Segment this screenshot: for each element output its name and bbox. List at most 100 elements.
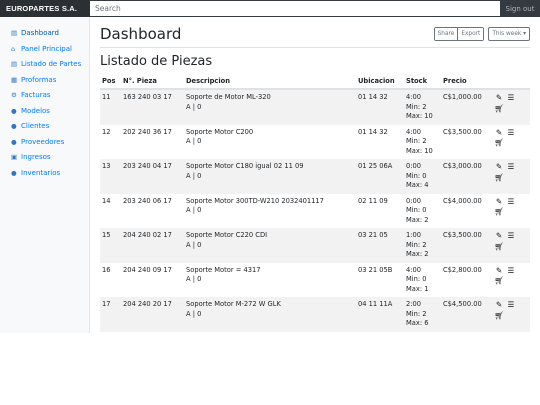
- location-value: 01 14 32: [358, 93, 388, 101]
- description-sub: A | 0: [186, 309, 202, 318]
- sidebar-item-clientes[interactable]: ● Clientes: [0, 119, 89, 135]
- cell-location: 01 14 32: [356, 89, 404, 125]
- stock-min: Min: 0: [406, 275, 427, 283]
- cart-icon[interactable]: 🛒︎: [493, 311, 505, 321]
- list-icon[interactable]: ☰: [505, 231, 517, 241]
- sidebar-item-ingresos[interactable]: ▣ Ingresos: [0, 150, 89, 166]
- cart-icon[interactable]: 🛒︎: [493, 173, 505, 183]
- home-icon: ⌂: [11, 44, 16, 53]
- pencil-icon[interactable]: ✎: [493, 231, 505, 241]
- cart-icon[interactable]: 🛒︎: [493, 207, 505, 217]
- cell-actions: ✎ ☰🛒︎: [491, 194, 530, 229]
- cell-price: C$4,500.00: [441, 297, 491, 332]
- cell-location: 04 11 11A: [356, 297, 404, 332]
- sidebar-item-inventarios[interactable]: ● Inventarios: [0, 166, 89, 182]
- stock-value: 0:00: [406, 162, 422, 170]
- sidebar-item-label: Ingresos: [21, 153, 51, 161]
- cell-description: Soporte Motor C200 A | 0: [184, 125, 356, 160]
- sidebar-item-label: Proformas: [21, 75, 57, 84]
- page-title: Dashboard: [100, 25, 182, 43]
- share-export-group: Share Export: [433, 27, 485, 41]
- stock-max: Max: 10: [406, 112, 433, 120]
- cell-part-number: 202 240 36 17: [121, 125, 184, 160]
- list-icon[interactable]: ☰: [505, 162, 517, 172]
- stock-min: Min: 2: [406, 309, 427, 318]
- stock-value: 4:00: [406, 93, 422, 101]
- sidebar-item-proformas[interactable]: ▦ Proformas: [0, 73, 89, 89]
- location-value: 01 25 06A: [358, 162, 393, 170]
- cart-icon[interactable]: 🛒︎: [493, 138, 505, 148]
- cell-location: 03 21 05: [356, 228, 404, 263]
- pencil-icon[interactable]: ✎: [493, 128, 505, 138]
- export-button[interactable]: Export: [457, 28, 484, 40]
- location-value: 03 21 05B: [358, 265, 393, 274]
- parts-table: Pos N°. Pieza Descripcion Ubicacion Stoc…: [100, 75, 530, 332]
- description-sub: A | 0: [186, 275, 202, 283]
- cart-icon[interactable]: 🛒︎: [493, 276, 505, 286]
- cart-icon[interactable]: 🛒︎: [493, 242, 505, 252]
- search-input[interactable]: [90, 1, 500, 16]
- column-header-actions: [491, 75, 530, 90]
- list-icon[interactable]: ☰: [505, 128, 517, 138]
- cell-location: 01 25 06A: [356, 159, 404, 194]
- sidebar-item-dashboard[interactable]: ▤ Dashboard: [0, 26, 89, 42]
- brand-logo[interactable]: EUROPARTES S.A.: [0, 0, 90, 17]
- cell-stock: 4:00 Min: 2 Max: 10: [404, 89, 441, 125]
- pos-value: 17: [102, 300, 111, 308]
- cell-part-number: 204 240 09 17: [121, 263, 184, 298]
- cell-pos: 16: [100, 263, 121, 298]
- share-button[interactable]: Share: [434, 28, 458, 40]
- sidebar-item-panel-principal[interactable]: ⌂ Panel Principal: [0, 42, 89, 58]
- pencil-icon[interactable]: ✎: [493, 197, 505, 207]
- cell-price: C$3,000.00: [441, 159, 491, 194]
- sidebar-item-label: Clientes: [21, 122, 50, 130]
- cart-icon[interactable]: 🛒︎: [493, 104, 505, 114]
- column-header-location: Ubicacion: [356, 75, 404, 90]
- pencil-icon[interactable]: ✎: [493, 300, 505, 310]
- sidebar-item-listado-de-partes[interactable]: ▤ Listado de Partes: [0, 57, 89, 73]
- cell-actions: ✎ ☰🛒︎: [491, 125, 530, 160]
- cell-stock: 1:00 Min: 2 Max: 2: [404, 228, 441, 263]
- list-icon[interactable]: ☰: [505, 300, 517, 310]
- sidebar-item-label: Dashboard: [21, 29, 59, 37]
- cell-actions: ✎ ☰🛒︎: [491, 297, 530, 332]
- sidebar-item-modelos[interactable]: ● Modelos: [0, 104, 89, 120]
- cell-location: 02 11 09: [356, 194, 404, 229]
- stock-value: 4:00: [406, 127, 422, 136]
- pos-value: 15: [102, 231, 111, 239]
- pencil-icon[interactable]: ✎: [493, 162, 505, 172]
- stock-min: Min: 2: [406, 102, 427, 111]
- pencil-icon[interactable]: ✎: [493, 93, 505, 103]
- stock-min: Min: 0: [406, 206, 427, 214]
- cell-description: Soporte Motor C180 igual 02 11 09 A | 0: [184, 159, 356, 194]
- pencil-icon[interactable]: ✎: [493, 266, 505, 276]
- location-value: 04 11 11A: [358, 300, 393, 308]
- cell-part-number: 163 240 03 17: [121, 89, 184, 125]
- list-icon[interactable]: ☰: [505, 197, 517, 207]
- stock-min: Min: 0: [406, 171, 427, 180]
- cell-part-number: 204 240 02 17: [121, 228, 184, 263]
- cell-actions: ✎ ☰🛒︎: [491, 228, 530, 263]
- list-icon[interactable]: ☰: [505, 93, 517, 103]
- stock-value: 0:00: [406, 196, 422, 205]
- period-dropdown[interactable]: This week ▾: [488, 27, 530, 41]
- sidebar-item-proveedores[interactable]: ● Proveedores: [0, 135, 89, 151]
- sign-out-link[interactable]: Sign out: [500, 5, 540, 13]
- part-number-value: 163 240 03 17: [123, 93, 172, 101]
- sidebar-item-label: Inventarios: [21, 168, 61, 177]
- cell-part-number: 203 240 04 17: [121, 159, 184, 194]
- cell-price: C$2,800.00: [441, 263, 491, 298]
- table-row: 16 204 240 09 17 Soporte Motor = 4317 A | 0…: [100, 263, 530, 298]
- list-icon[interactable]: ☰: [505, 266, 517, 276]
- sidebar-item-label: Proveedores: [21, 137, 65, 146]
- sidebar-item-label: Modelos: [21, 106, 50, 115]
- location-value: 03 21 05: [358, 231, 388, 239]
- pos-value: 12: [102, 127, 111, 136]
- cell-stock: 2:00 Min: 2 Max: 6: [404, 297, 441, 332]
- settings-icon: ⚙: [11, 91, 17, 99]
- cell-description: Soporte Motor C220 CDI A | 0: [184, 228, 356, 263]
- cell-pos: 14: [100, 194, 121, 229]
- stock-max: Max: 10: [406, 146, 433, 155]
- price-value: C$4,500.00: [443, 300, 482, 308]
- sidebar-item-facturas[interactable]: ⚙ Facturas: [0, 88, 89, 104]
